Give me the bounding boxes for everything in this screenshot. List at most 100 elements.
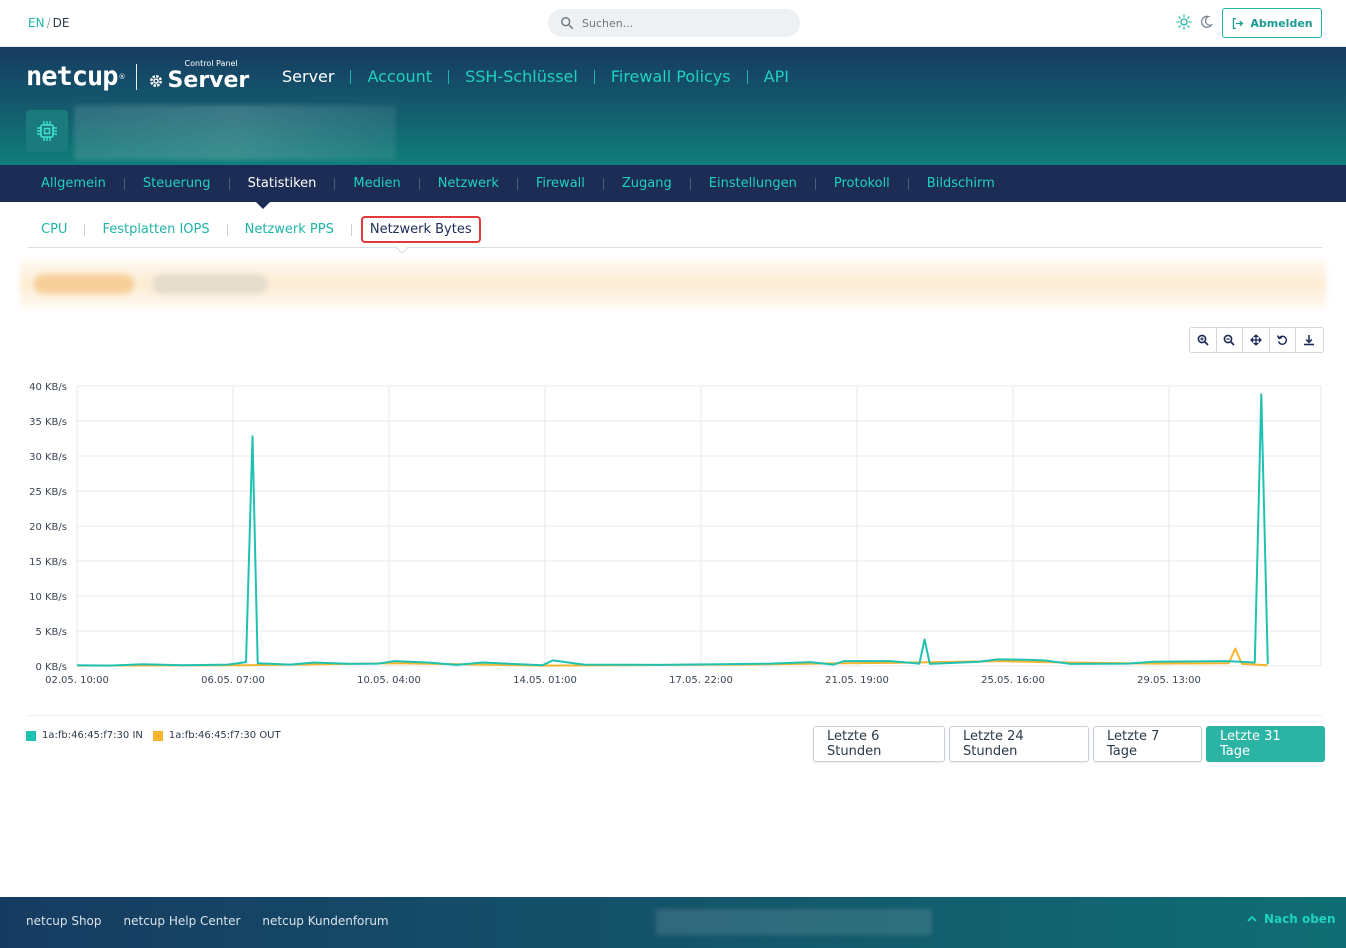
back-to-top-label: Nach oben [1264, 912, 1336, 926]
sub-nav-divider [907, 177, 909, 190]
time-range-selector: Letzte 6 Stunden Letzte 24 Stunden Letzt… [813, 726, 1325, 762]
lang-en-link[interactable]: EN [28, 16, 45, 30]
zoom-out-button[interactable] [1217, 328, 1243, 352]
brand-logo[interactable]: netcup ® Control Panel Server [26, 59, 249, 93]
notice-pill [34, 274, 134, 294]
network-bytes-chart[interactable]: 0 KB/s 5 KB/s 10 KB/s 15 KB/s 20 KB/s 25 KB/s… [0, 370, 1346, 700]
x-axis-tick-label: 10.05. 04:00 [357, 675, 421, 686]
download-icon [1304, 335, 1315, 346]
reset-icon [1277, 335, 1288, 345]
tab-network-pps[interactable]: Netzwerk PPS [245, 222, 334, 237]
tab-active-caret [396, 247, 408, 254]
legend-entry-out[interactable]: 1a:fb:46:45:f7:30 OUT [152, 730, 281, 741]
y-axis-tick-label: 5 KB/s [35, 627, 67, 638]
y-axis-tick-label: 0 KB/s [35, 662, 67, 673]
moon-icon[interactable] [1198, 14, 1214, 30]
nav-divider [448, 69, 450, 84]
x-axis-tick-label: 02.05. 10:00 [45, 675, 109, 686]
logout-icon [1233, 17, 1244, 29]
main-nav-server[interactable]: Server [282, 67, 334, 86]
footer-link-help-center[interactable]: netcup Help Center [124, 914, 241, 928]
sub-nav-divider [123, 177, 125, 190]
x-axis-tick-label: 17.05. 22:00 [669, 675, 733, 686]
language-switcher: EN / DE [28, 16, 69, 30]
search-icon [561, 17, 574, 30]
legend-entry-in[interactable]: 1a:fb:46:45:f7:30 IN [26, 730, 143, 741]
y-axis-tick-label: 15 KB/s [29, 557, 67, 568]
sub-nav: Allgemein Steuerung Statistiken Medien N… [0, 165, 1346, 209]
server-name-redacted [74, 105, 396, 160]
tab-divider [226, 223, 228, 236]
sub-nav-bildschirm[interactable]: Bildschirm [927, 176, 995, 191]
brand-name: netcup [26, 61, 119, 92]
sub-nav-divider [334, 177, 336, 190]
sub-nav-protokoll[interactable]: Protokoll [834, 176, 890, 191]
main-nav: Server Account SSH-Schlüssel Firewall Po… [282, 67, 789, 86]
logout-button[interactable]: Abmelden [1222, 8, 1322, 38]
gear-icon [149, 74, 162, 87]
tab-divider [350, 223, 352, 236]
zoom-in-button[interactable] [1190, 328, 1217, 352]
chart-legend: 1a:fb:46:45:f7:30 IN 1a:fb:46:45:f7:30 O… [26, 730, 291, 741]
legend-swatch-out [152, 730, 163, 741]
series-line-in [76, 393, 1269, 667]
footer-links: netcup Shop netcup Help Center netcup Ku… [26, 914, 389, 928]
sub-nav-firewall[interactable]: Firewall [536, 176, 585, 191]
theme-toggle[interactable] [1176, 14, 1214, 30]
tab-divider [84, 223, 86, 236]
back-to-top-link[interactable]: Nach oben [1246, 912, 1336, 926]
sub-nav-divider [814, 177, 816, 190]
main-nav-ssh-keys[interactable]: SSH-Schlüssel [465, 67, 578, 86]
footer-link-shop[interactable]: netcup Shop [26, 914, 102, 928]
range-7d-button[interactable]: Letzte 7 Tage [1093, 726, 1202, 762]
main-nav-account[interactable]: Account [367, 67, 432, 86]
y-axis-tick-label: 40 KB/s [29, 382, 67, 393]
chart-separator [28, 715, 1322, 716]
cpu-chip-icon [37, 121, 57, 141]
sub-nav-allgemein[interactable]: Allgemein [41, 176, 106, 191]
search-box[interactable] [548, 9, 800, 37]
range-31d-button[interactable]: Letzte 31 Tage [1206, 726, 1325, 762]
y-axis-tick-label: 10 KB/s [29, 592, 67, 603]
tab-network-bytes[interactable]: Netzwerk Bytes [360, 216, 481, 243]
sub-nav-medien[interactable]: Medien [353, 176, 400, 191]
tab-disk-iops[interactable]: Festplatten IOPS [102, 222, 209, 237]
search-input[interactable] [582, 16, 782, 30]
lang-de-link[interactable]: DE [53, 16, 70, 30]
sub-nav-zugang[interactable]: Zugang [622, 176, 672, 191]
footer-redacted [656, 909, 932, 935]
legend-swatch-in [26, 730, 36, 741]
sub-nav-statistiken[interactable]: Statistiken [248, 176, 317, 191]
x-axis-tick-label: 21.05. 19:00 [825, 675, 889, 686]
y-axis-tick-label: 35 KB/s [29, 417, 67, 428]
x-axis-tick-label: 25.05. 16:00 [981, 675, 1045, 686]
page-footer: netcup Shop netcup Help Center netcup Ku… [0, 897, 1346, 948]
sub-nav-netzwerk[interactable]: Netzwerk [438, 176, 499, 191]
sun-icon[interactable] [1176, 14, 1192, 30]
tab-cpu[interactable]: CPU [41, 222, 67, 237]
y-axis-tick-label: 20 KB/s [29, 522, 67, 533]
x-axis-tick-label: 14.05. 01:00 [513, 675, 577, 686]
range-24h-button[interactable]: Letzte 24 Stunden [949, 726, 1089, 762]
server-avatar [26, 110, 68, 152]
statistics-tabs: CPU Festplatten IOPS Netzwerk PPS Netzwe… [28, 212, 1322, 248]
top-bar: EN/DE Abmelden [0, 0, 1346, 47]
notice-banner-redacted [20, 258, 1326, 310]
nav-divider [593, 69, 595, 84]
pan-button[interactable] [1243, 328, 1270, 352]
nav-divider [746, 69, 748, 84]
chevron-up-icon [1247, 915, 1257, 922]
sub-nav-steuerung[interactable]: Steuerung [143, 176, 211, 191]
sub-nav-divider [602, 177, 604, 190]
download-button[interactable] [1296, 328, 1323, 352]
reset-zoom-button[interactable] [1270, 328, 1296, 352]
main-nav-firewall-policies[interactable]: Firewall Policys [611, 67, 731, 86]
footer-link-forum[interactable]: netcup Kundenforum [262, 914, 388, 928]
sub-nav-einstellungen[interactable]: Einstellungen [709, 176, 797, 191]
lang-separator: / [46, 16, 51, 30]
range-6h-button[interactable]: Letzte 6 Stunden [813, 726, 945, 762]
logout-label: Abmelden [1250, 16, 1313, 30]
x-axis-tick-label: 06.05. 07:00 [201, 675, 265, 686]
move-icon [1249, 334, 1262, 346]
main-nav-api[interactable]: API [764, 67, 789, 86]
